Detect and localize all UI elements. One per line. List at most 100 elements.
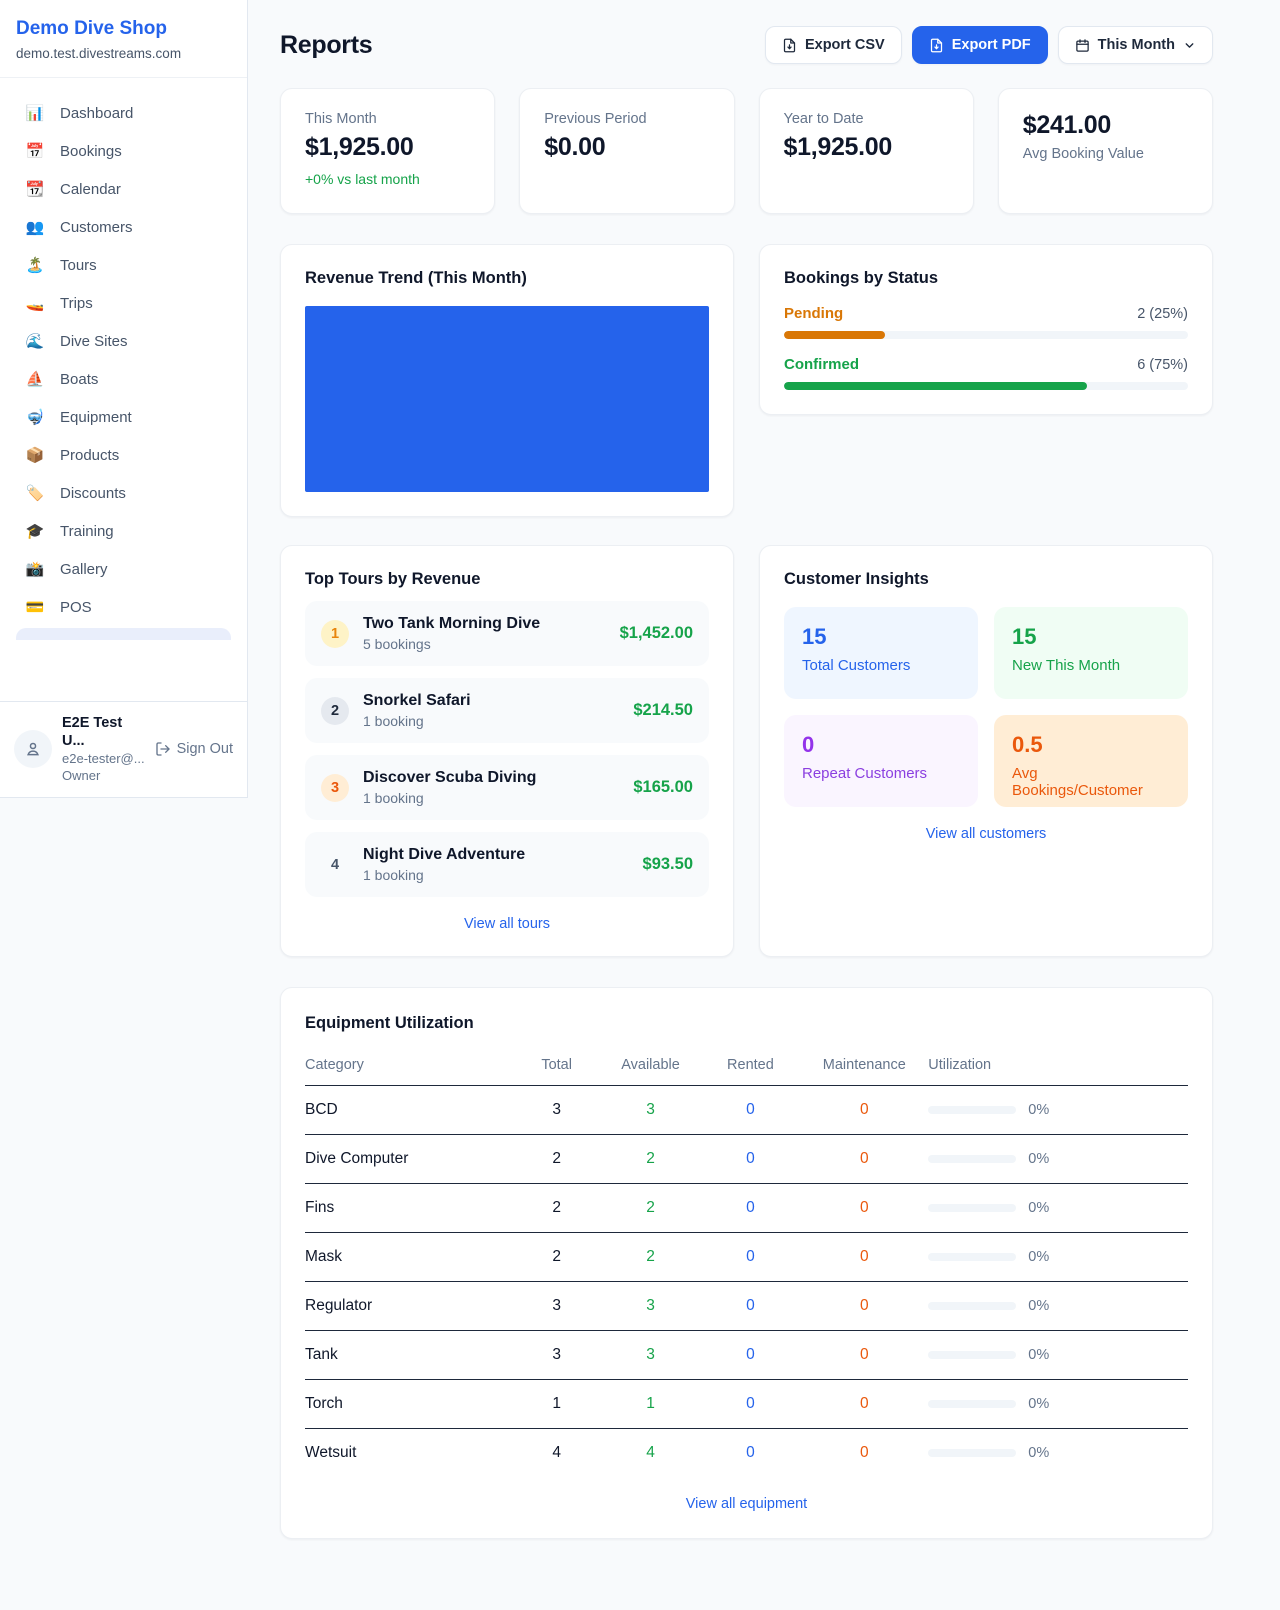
user-info: E2E Test U... e2e-tester@... Owner: [62, 714, 145, 785]
sidebar-item-label: Gallery: [60, 561, 108, 578]
period-label: This Month: [1098, 37, 1175, 53]
table-row: Dive Computer 2 2 0 0 0%: [305, 1135, 1188, 1184]
sidebar-item-dive-sites[interactable]: 🌊Dive Sites: [12, 322, 235, 360]
status-label: Confirmed: [784, 356, 859, 373]
calendar-icon: 📆: [24, 180, 46, 198]
tour-row: 2 Snorkel Safari 1 booking $214.50: [305, 678, 709, 743]
shop-name: Demo Dive Shop: [16, 18, 231, 40]
sidebar-item-bookings[interactable]: 📅Bookings: [12, 132, 235, 170]
equipment-utilization-title: Equipment Utilization: [305, 1014, 1188, 1033]
graduation-cap-icon: 🎓: [24, 522, 46, 540]
tile-value: 15: [802, 624, 960, 650]
sidebar-header: Demo Dive Shop demo.test.divestreams.com: [0, 0, 247, 78]
shop-domain: demo.test.divestreams.com: [16, 46, 231, 61]
export-csv-button[interactable]: Export CSV: [765, 26, 902, 64]
tile-avg-bookings-customer: 0.5 Avg Bookings/Customer: [994, 715, 1188, 807]
customer-insights-card: Customer Insights 15 Total Customers 15 …: [759, 545, 1213, 957]
sidebar-item-dashboard[interactable]: 📊Dashboard: [12, 94, 235, 132]
sidebar-item-calendar[interactable]: 📆Calendar: [12, 170, 235, 208]
category-cell: Torch: [305, 1380, 513, 1429]
maintenance-cell: 0: [800, 1429, 928, 1478]
tour-revenue: $93.50: [643, 855, 693, 874]
rented-cell: 0: [700, 1135, 800, 1184]
tile-repeat-customers: 0 Repeat Customers: [784, 715, 978, 807]
tile-label: Avg Bookings/Customer: [1012, 765, 1170, 799]
camera-icon: 📸: [24, 560, 46, 578]
user-section: E2E Test U... e2e-tester@... Owner Sign …: [0, 701, 247, 797]
period-select[interactable]: This Month: [1058, 26, 1213, 64]
stat-cards: This Month $1,925.00 +0% vs last month P…: [280, 88, 1213, 214]
sidebar-item-label: Equipment: [60, 409, 132, 426]
tile-new-this-month: 15 New This Month: [994, 607, 1188, 699]
credit-card-icon: 💳: [24, 598, 46, 616]
stat-value: $1,925.00: [784, 133, 949, 162]
utilization-bar: [928, 1351, 1016, 1359]
utilization-percent: 0%: [1028, 1347, 1049, 1363]
logout-icon: [155, 741, 171, 757]
customer-insights-title: Customer Insights: [784, 570, 1188, 589]
tour-bookings: 1 booking: [363, 867, 525, 883]
sidebar-item-discounts[interactable]: 🏷️Discounts: [12, 474, 235, 512]
bookings-by-status-title: Bookings by Status: [784, 269, 1188, 288]
rented-cell: 0: [700, 1429, 800, 1478]
view-all-tours-link[interactable]: View all tours: [305, 916, 709, 932]
status-row-pending: Pending 2 (25%): [784, 305, 1188, 339]
available-cell: 4: [601, 1429, 701, 1478]
sidebar-item-tours[interactable]: 🏝️Tours: [12, 246, 235, 284]
total-cell: 3: [513, 1086, 601, 1135]
view-all-customers-link[interactable]: View all customers: [784, 826, 1188, 842]
rank-badge: 3: [321, 774, 349, 802]
sailboat-icon: ⛵: [24, 370, 46, 388]
total-cell: 3: [513, 1282, 601, 1331]
sidebar-item-label: Bookings: [60, 143, 122, 160]
sign-out-button[interactable]: Sign Out: [155, 741, 233, 757]
table-row: Regulator 3 3 0 0 0%: [305, 1282, 1188, 1331]
revenue-trend-title: Revenue Trend (This Month): [305, 269, 709, 288]
top-tours-title: Top Tours by Revenue: [305, 570, 709, 589]
category-cell: Dive Computer: [305, 1135, 513, 1184]
sidebar-item-boats[interactable]: ⛵Boats: [12, 360, 235, 398]
sidebar-item-customers[interactable]: 👥Customers: [12, 208, 235, 246]
sidebar-item-gallery[interactable]: 📸 Gallery: [12, 550, 235, 588]
column-header: Utilization: [928, 1041, 1188, 1086]
dashboard-icon: 📊: [24, 104, 46, 122]
tile-label: New This Month: [1012, 657, 1170, 674]
island-icon: 🏝️: [24, 256, 46, 274]
stat-value: $241.00: [1023, 111, 1188, 140]
available-cell: 1: [601, 1380, 701, 1429]
column-header: Rented: [700, 1041, 800, 1086]
sidebar-item-pos[interactable]: 💳 POS: [12, 588, 235, 626]
utilization-percent: 0%: [1028, 1200, 1049, 1216]
page-title: Reports: [280, 31, 372, 60]
top-tours-card: Top Tours by Revenue 1 Two Tank Morning …: [280, 545, 734, 957]
equipment-utilization-card: Equipment Utilization Category Total Ava…: [280, 987, 1213, 1539]
category-cell: Regulator: [305, 1282, 513, 1331]
rented-cell: 0: [700, 1282, 800, 1331]
file-download-icon: [782, 38, 797, 53]
utilization-bar: [928, 1155, 1016, 1163]
view-all-equipment-link[interactable]: View all equipment: [305, 1496, 1188, 1512]
person-icon: [24, 740, 42, 758]
package-icon: 📦: [24, 446, 46, 464]
stat-card-year-to-date: Year to Date $1,925.00: [759, 88, 974, 214]
tile-value: 15: [1012, 624, 1170, 650]
tour-row: 4 Night Dive Adventure 1 booking $93.50: [305, 832, 709, 897]
sidebar-item-trips[interactable]: 🚤Trips: [12, 284, 235, 322]
tour-bookings: 1 booking: [363, 713, 471, 729]
sidebar-item-products[interactable]: 📦Products: [12, 436, 235, 474]
tour-bookings: 5 bookings: [363, 636, 540, 652]
maintenance-cell: 0: [800, 1184, 928, 1233]
sidebar-item-reports-partial[interactable]: [16, 628, 231, 640]
sidebar-item-training[interactable]: 🎓Training: [12, 512, 235, 550]
table-row: Fins 2 2 0 0 0%: [305, 1184, 1188, 1233]
available-cell: 3: [601, 1282, 701, 1331]
export-pdf-button[interactable]: Export PDF: [912, 26, 1048, 64]
rank-badge: 2: [321, 697, 349, 725]
sidebar-item-label: POS: [60, 599, 92, 616]
file-download-icon: [929, 38, 944, 53]
sidebar-item-label: Trips: [60, 295, 93, 312]
stat-label: Previous Period: [544, 111, 709, 127]
status-row-confirmed: Confirmed 6 (75%): [784, 356, 1188, 390]
sidebar-item-equipment[interactable]: 🤿Equipment: [12, 398, 235, 436]
tag-icon: 🏷️: [24, 484, 46, 502]
